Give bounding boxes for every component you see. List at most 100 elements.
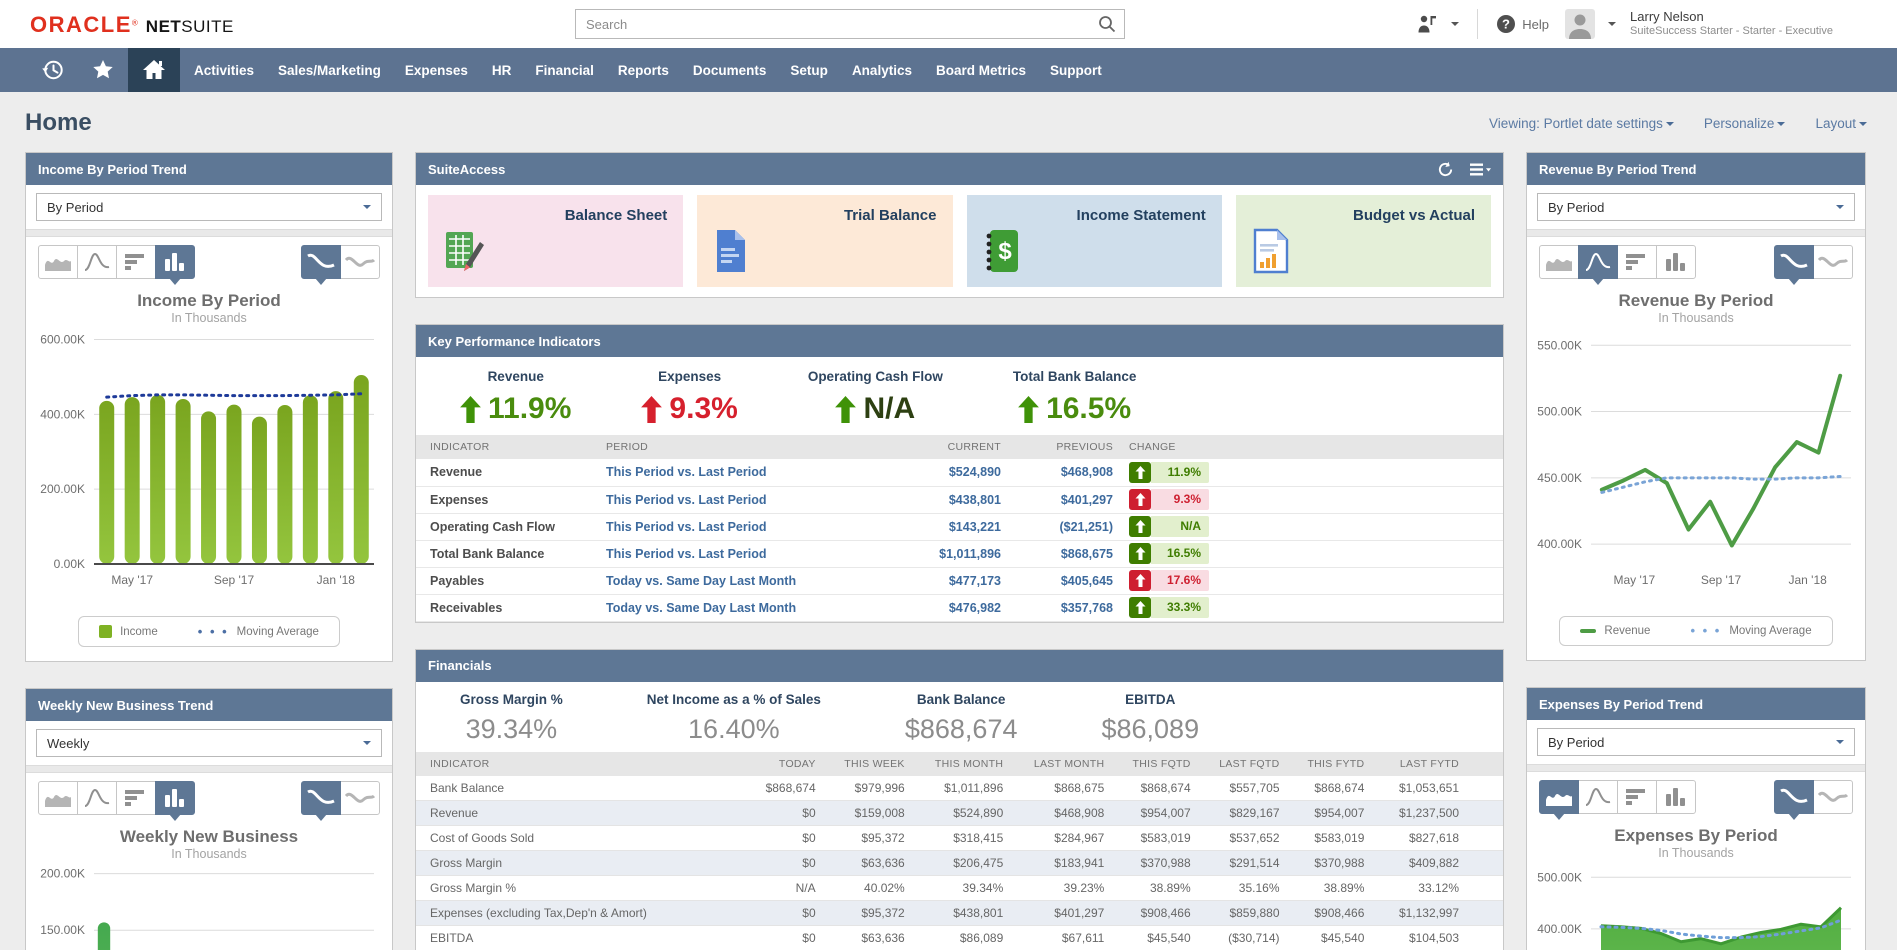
portlet-menu-icon[interactable]	[1470, 163, 1491, 176]
nav-item-support[interactable]: Support	[1050, 63, 1102, 78]
period-dropdown[interactable]: Weekly	[36, 729, 382, 757]
fin-value-link[interactable]: $95,372	[830, 901, 919, 926]
fin-value-link[interactable]: 39.23%	[1017, 876, 1118, 901]
fin-value-link[interactable]: $104,503	[1378, 926, 1503, 950]
card-budget-vs-actual[interactable]: Budget vs Actual	[1236, 195, 1491, 287]
home-icon[interactable]	[128, 48, 180, 92]
kpi-period-link[interactable]: Today vs. Same Day Last Month	[606, 567, 886, 594]
fin-value-link[interactable]: $859,880	[1205, 901, 1294, 926]
fin-value-link[interactable]: $979,996	[830, 776, 919, 801]
fin-value-link[interactable]: $370,988	[1294, 851, 1379, 876]
fin-value-link[interactable]: $318,415	[919, 826, 1018, 851]
fin-value-link[interactable]: $868,674	[1118, 776, 1204, 801]
fin-value-link[interactable]: $583,019	[1294, 826, 1379, 851]
fin-value-link[interactable]: $954,007	[1118, 801, 1204, 826]
chart-type-area-icon[interactable]	[1539, 780, 1579, 814]
fin-value-link[interactable]: $827,618	[1378, 826, 1503, 851]
roles-icon[interactable]	[1416, 13, 1438, 35]
fin-value-link[interactable]: $438,801	[919, 901, 1018, 926]
nav-item-hr[interactable]: HR	[492, 63, 512, 78]
chart-type-vbar-icon[interactable]	[155, 245, 195, 279]
kpi-period-link[interactable]: This Period vs. Last Period	[606, 486, 886, 513]
roles-caret-icon[interactable]	[1451, 22, 1459, 30]
nav-item-activities[interactable]: Activities	[194, 63, 254, 78]
fin-value-link[interactable]: $537,652	[1205, 826, 1294, 851]
fin-value-link[interactable]: $0	[753, 926, 830, 950]
chart-type-vbar-icon[interactable]	[1656, 245, 1696, 279]
period-dropdown[interactable]: By Period	[1537, 728, 1855, 756]
portlet-header[interactable]: Income By Period Trend	[26, 153, 392, 185]
chart-type-area-icon[interactable]	[1539, 245, 1579, 279]
nav-item-setup[interactable]: Setup	[790, 63, 828, 78]
kpi-previous-link[interactable]: ($21,251)	[1001, 513, 1113, 540]
chart-type-line-icon[interactable]	[1578, 245, 1618, 279]
nav-item-board-metrics[interactable]: Board Metrics	[936, 63, 1026, 78]
fin-value-link[interactable]: 38.89%	[1118, 876, 1204, 901]
refresh-icon[interactable]	[1437, 161, 1454, 178]
portlet-header[interactable]: Financials	[416, 650, 1503, 682]
fin-value-link[interactable]: $954,007	[1294, 801, 1379, 826]
kpi-period-link[interactable]: This Period vs. Last Period	[606, 513, 886, 540]
trend-off-icon[interactable]	[1813, 245, 1853, 279]
fin-value-link[interactable]: $370,988	[1118, 851, 1204, 876]
fin-value-link[interactable]: $63,636	[830, 926, 919, 950]
kpi-current-link[interactable]: $438,801	[886, 486, 1001, 513]
personalize-dropdown[interactable]: Personalize	[1704, 116, 1786, 131]
fin-value-link[interactable]: $0	[753, 826, 830, 851]
fin-value-link[interactable]: 39.34%	[919, 876, 1018, 901]
fin-value-link[interactable]: $1,011,896	[919, 776, 1018, 801]
fin-value-link[interactable]: ($30,714)	[1205, 926, 1294, 950]
portlet-header[interactable]: Weekly New Business Trend	[26, 689, 392, 721]
portlet-header[interactable]: Revenue By Period Trend	[1527, 153, 1865, 185]
trend-on-icon[interactable]	[1774, 780, 1814, 814]
fin-value-link[interactable]: $159,008	[830, 801, 919, 826]
kpi-previous-link[interactable]: $868,675	[1001, 540, 1113, 567]
fin-value-link[interactable]: $868,674	[1294, 776, 1379, 801]
kpi-current-link[interactable]: $143,221	[886, 513, 1001, 540]
search-input[interactable]	[575, 9, 1125, 39]
fin-value-link[interactable]: $908,466	[1294, 901, 1379, 926]
fin-value-link[interactable]: 35.16%	[1205, 876, 1294, 901]
kpi-current-link[interactable]: $524,890	[886, 459, 1001, 486]
fin-value-link[interactable]: $524,890	[919, 801, 1018, 826]
help-button[interactable]: ? Help	[1496, 14, 1549, 34]
portlet-header[interactable]: SuiteAccess	[416, 153, 1503, 185]
period-dropdown[interactable]: By Period	[1537, 193, 1855, 221]
nav-item-financial[interactable]: Financial	[535, 63, 594, 78]
kpi-current-link[interactable]: $477,173	[886, 567, 1001, 594]
trend-off-icon[interactable]	[340, 245, 380, 279]
nav-item-analytics[interactable]: Analytics	[852, 63, 912, 78]
fin-value-link[interactable]: $468,908	[1017, 801, 1118, 826]
fin-value-link[interactable]: $284,967	[1017, 826, 1118, 851]
chart-type-vbar-icon[interactable]	[1656, 780, 1696, 814]
portlet-header[interactable]: Key Performance Indicators	[416, 325, 1503, 357]
chart-type-line-icon[interactable]	[77, 245, 117, 279]
nav-item-sales-marketing[interactable]: Sales/Marketing	[278, 63, 381, 78]
fin-value-link[interactable]: $206,475	[919, 851, 1018, 876]
fin-value-link[interactable]: $67,611	[1017, 926, 1118, 950]
chart-type-area-icon[interactable]	[38, 245, 78, 279]
chart-type-line-icon[interactable]	[1578, 780, 1618, 814]
fin-value-link[interactable]: $908,466	[1118, 901, 1204, 926]
chart-type-vbar-icon[interactable]	[155, 781, 195, 815]
fin-value-link[interactable]: $291,514	[1205, 851, 1294, 876]
trend-off-icon[interactable]	[1813, 780, 1853, 814]
fin-value-link[interactable]: $0	[753, 851, 830, 876]
card-trial-balance[interactable]: Trial Balance	[697, 195, 952, 287]
layout-dropdown[interactable]: Layout	[1815, 116, 1867, 131]
fin-value-link[interactable]: $1,132,997	[1378, 901, 1503, 926]
fin-value-link[interactable]: $1,237,500	[1378, 801, 1503, 826]
fin-value-link[interactable]: $63,636	[830, 851, 919, 876]
fin-value-link[interactable]: $401,297	[1017, 901, 1118, 926]
trend-on-icon[interactable]	[1774, 245, 1814, 279]
trend-on-icon[interactable]	[301, 781, 341, 815]
avatar-caret-icon[interactable]	[1608, 22, 1616, 30]
fin-value-link[interactable]: $0	[753, 901, 830, 926]
chart-type-hbar-icon[interactable]	[1617, 245, 1657, 279]
chart-type-area-icon[interactable]	[38, 781, 78, 815]
kpi-previous-link[interactable]: $405,645	[1001, 567, 1113, 594]
period-dropdown[interactable]: By Period	[36, 193, 382, 221]
fin-value-link[interactable]: $868,675	[1017, 776, 1118, 801]
fin-value-link[interactable]: $0	[753, 801, 830, 826]
fin-value-link[interactable]: $829,167	[1205, 801, 1294, 826]
